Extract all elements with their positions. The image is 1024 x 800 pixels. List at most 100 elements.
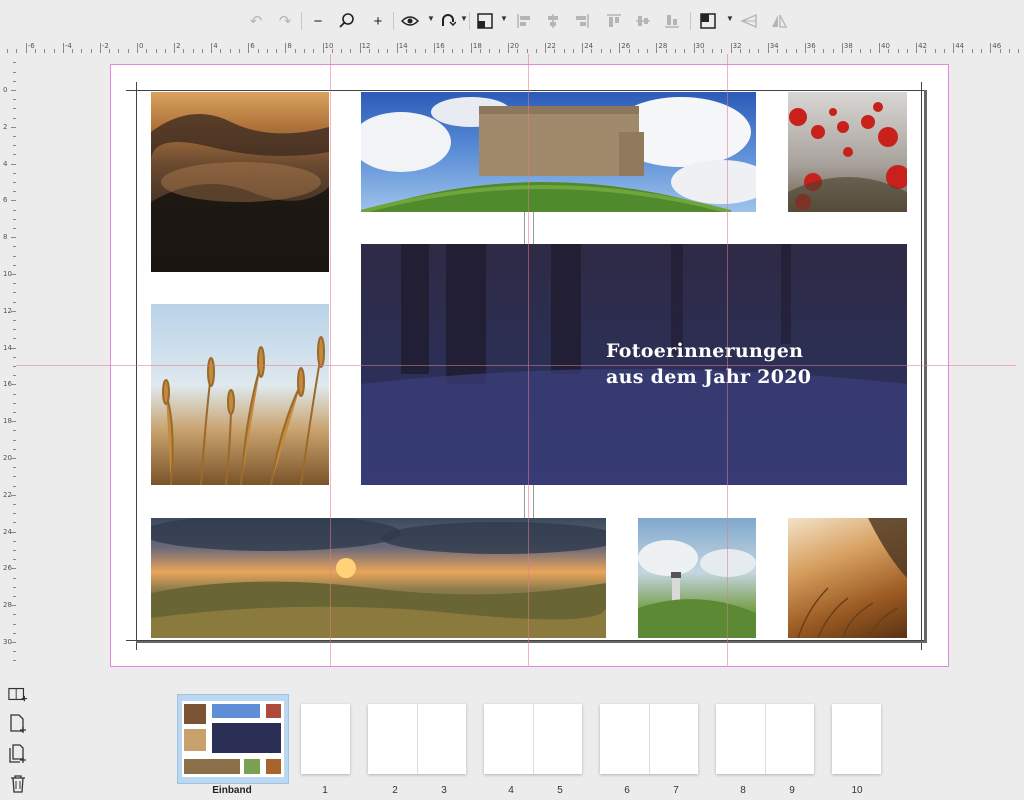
spine-line (533, 485, 534, 518)
ruler-tick (13, 559, 16, 561)
ruler-tick (897, 49, 899, 53)
undo-icon[interactable]: ↶ (245, 10, 267, 32)
spread-thumbnail-4-5[interactable] (484, 704, 582, 774)
zoom-icon[interactable] (336, 10, 358, 32)
align-right-icon[interactable] (571, 10, 593, 32)
snap-magnet-icon[interactable] (437, 10, 459, 32)
photo-lighthouse[interactable] (638, 518, 756, 638)
ruler-tick (684, 49, 686, 53)
guide-vertical[interactable] (528, 54, 529, 666)
page-thumbnail-10[interactable] (832, 704, 881, 774)
ruler-tick (220, 49, 222, 53)
ruler-tick (424, 49, 426, 53)
page-number: 2 (392, 785, 398, 796)
ruler-tick (13, 228, 16, 229)
guide-vertical[interactable] (330, 54, 331, 666)
photo-castle-on-hill[interactable] (361, 92, 756, 212)
photo-sunset-dunes[interactable] (151, 518, 606, 638)
zoom-in-icon[interactable]: + (367, 10, 389, 32)
arrange-icon[interactable] (474, 10, 496, 32)
ruler-tick (13, 632, 16, 634)
ruler-tick (999, 49, 1001, 53)
ruler-tick (11, 494, 16, 496)
ruler-tick (13, 586, 16, 588)
ruler-tick (341, 49, 343, 53)
align-middle-icon[interactable] (632, 10, 654, 32)
ruler-tick (13, 209, 16, 211)
ruler-label: -6 (27, 42, 35, 50)
layer-order-icon[interactable] (697, 10, 719, 32)
photo-wheat-grass[interactable] (151, 304, 329, 485)
chevron-down-icon[interactable]: ▼ (460, 14, 468, 23)
cover-title-line1: Fotoerinnerungen (606, 340, 804, 362)
ruler-tick (192, 49, 194, 53)
ruler-tick (72, 49, 74, 53)
ruler-tick (13, 218, 16, 220)
align-bottom-icon[interactable] (661, 10, 683, 32)
ruler-tick (13, 402, 16, 404)
ruler-tick (721, 49, 723, 53)
page-number: 1 (322, 785, 328, 796)
ruler-tick (13, 145, 16, 147)
ruler-tick (378, 49, 380, 53)
ruler-tick (600, 49, 602, 53)
delete-page-icon[interactable] (8, 774, 28, 794)
ruler-tick (90, 49, 92, 53)
ruler-tick (452, 49, 454, 53)
ruler-tick (13, 448, 16, 450)
ruler-tick (13, 439, 16, 441)
ruler-tick (610, 49, 612, 53)
photo-misty-forest[interactable] (151, 92, 329, 272)
ruler-tick (174, 43, 176, 53)
chevron-down-icon[interactable]: ▼ (500, 14, 508, 23)
ruler-tick (257, 49, 259, 53)
ruler-tick (11, 163, 16, 165)
ruler-tick (786, 49, 788, 53)
spread-thumbnail-2-3[interactable] (368, 704, 466, 774)
ruler-tick (13, 191, 16, 193)
ruler-tick (11, 421, 16, 423)
ruler-tick (628, 49, 630, 53)
align-left-icon[interactable] (513, 10, 535, 32)
add-spread-icon[interactable] (8, 684, 28, 704)
chevron-down-icon[interactable]: ▼ (726, 14, 734, 23)
flip-vertical-icon[interactable] (768, 10, 790, 32)
ruler-tick (13, 550, 16, 551)
cover-title[interactable]: Fotoerinnerungen aus dem Jahr 2020 (606, 338, 811, 390)
ruler-tick (155, 49, 157, 53)
ruler-tick (405, 49, 407, 53)
ruler-tick (749, 49, 751, 53)
photo-red-poppies[interactable] (788, 92, 907, 212)
ruler-tick (211, 43, 213, 53)
add-page-icon[interactable] (8, 714, 28, 734)
zoom-out-icon[interactable]: − (307, 10, 329, 32)
ruler-tick (11, 568, 16, 570)
ruler-tick (572, 49, 574, 53)
cover-thumbnail-selected[interactable] (177, 694, 289, 784)
redo-icon[interactable]: ↷ (274, 10, 296, 32)
ruler-tick (832, 49, 834, 53)
chevron-down-icon[interactable]: ▼ (427, 14, 435, 23)
guide-vertical[interactable] (727, 54, 728, 666)
preview-eye-icon[interactable] (399, 10, 421, 32)
ruler-tick (13, 301, 16, 303)
ruler-tick (814, 49, 816, 53)
photo-golden-grass[interactable] (788, 518, 907, 638)
page-thumbnail-1[interactable] (301, 704, 350, 774)
duplicate-page-icon[interactable] (8, 744, 28, 764)
ruler-tick (619, 43, 621, 53)
flip-horizontal-icon[interactable] (738, 10, 760, 32)
ruler-tick (11, 347, 16, 349)
align-center-icon[interactable] (542, 10, 564, 32)
align-top-icon[interactable] (603, 10, 625, 32)
ruler-tick (508, 43, 509, 53)
ruler-tick (331, 49, 333, 53)
spread-thumbnail-6-7[interactable] (600, 704, 698, 774)
ruler-tick (916, 43, 918, 53)
ruler-tick (13, 292, 16, 294)
spread-thumbnail-8-9[interactable] (716, 704, 814, 774)
ruler-tick (13, 614, 16, 616)
ruler-tick (804, 43, 806, 53)
ruler-tick (953, 43, 955, 53)
guide-horizontal[interactable] (16, 365, 1016, 366)
